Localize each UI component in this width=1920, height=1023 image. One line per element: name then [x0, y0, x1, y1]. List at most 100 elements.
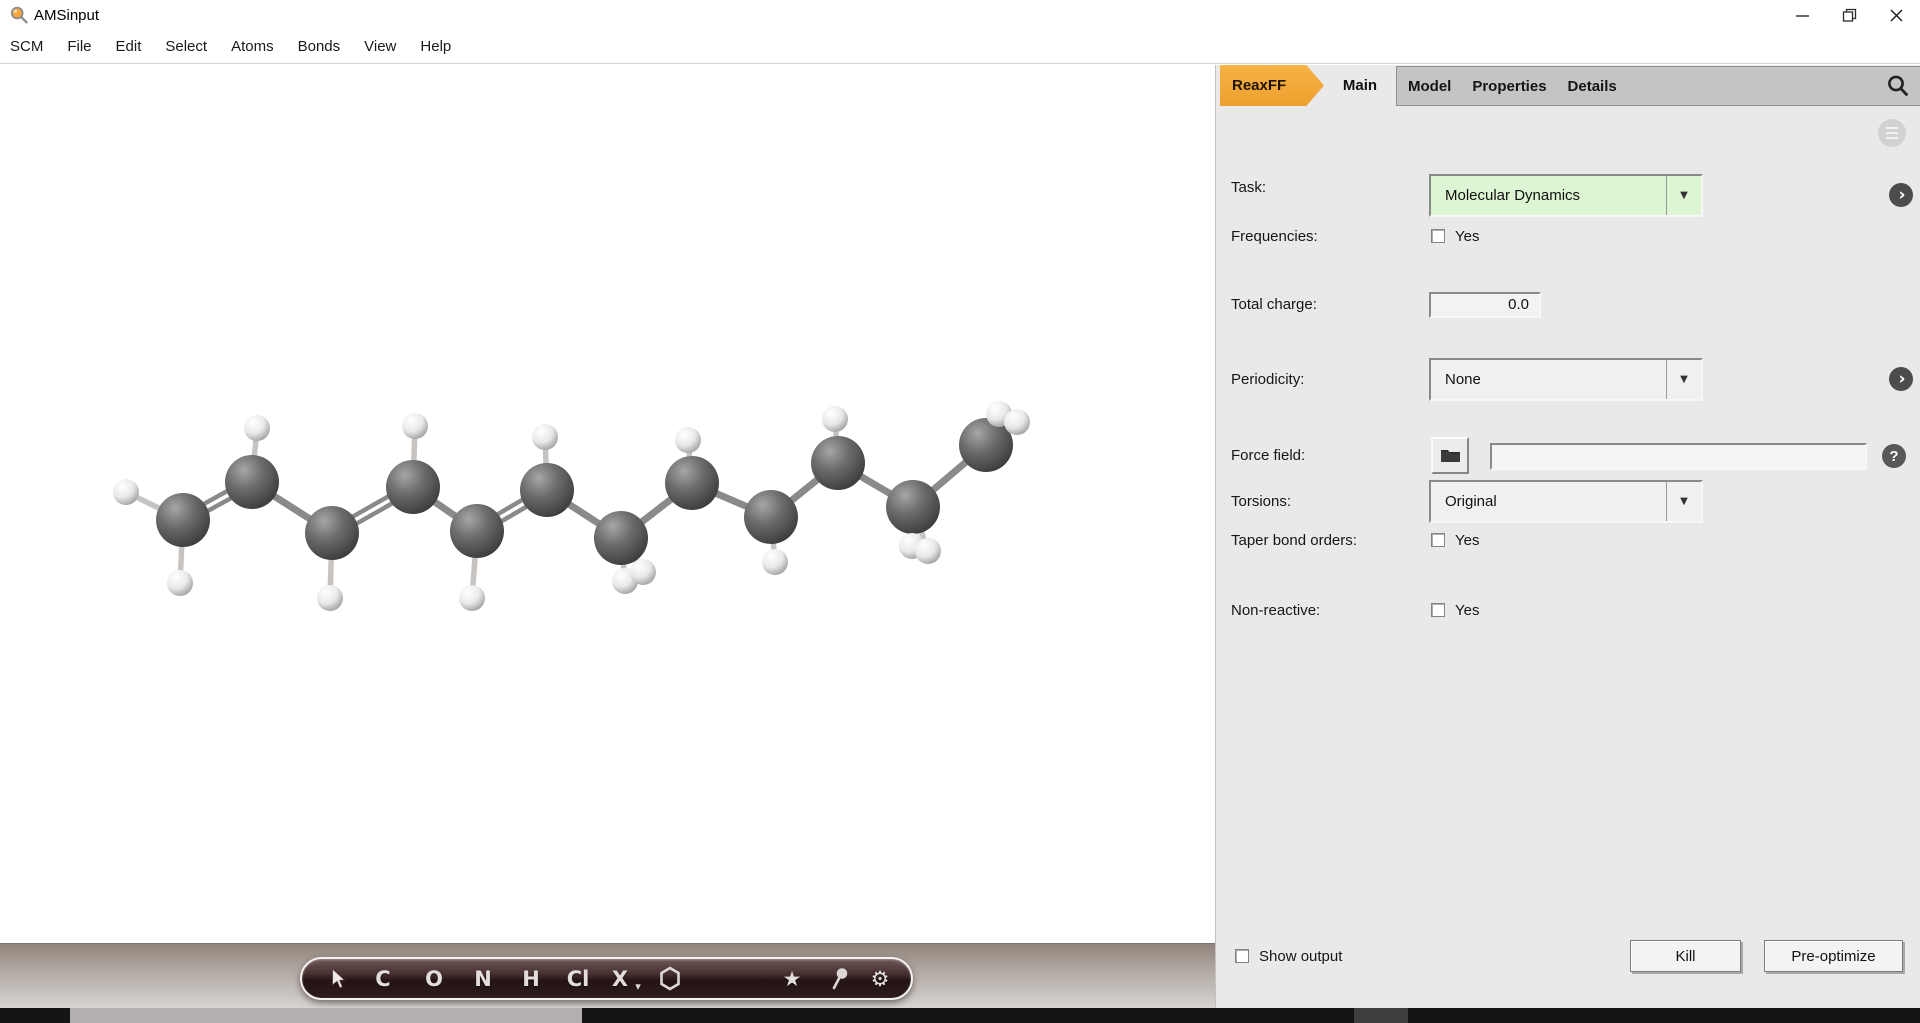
taskbar-segment	[1354, 1008, 1408, 1023]
hydrogen-atom[interactable]	[1004, 409, 1030, 435]
total-charge-label: Total charge:	[1231, 296, 1317, 313]
hydrogen-atom[interactable]	[402, 413, 428, 439]
force-field-label: Force field:	[1231, 447, 1305, 464]
molecule-viewport[interactable]: CONH Cl X▾ ★ ⚙	[0, 65, 1215, 1008]
periodicity-dropdown[interactable]: None ▼	[1429, 358, 1703, 401]
window-title: AMSinput	[34, 7, 99, 24]
hydrogen-atom[interactable]	[822, 406, 848, 432]
menu-bar: SCM File Edit Select Atoms Bonds View Help	[0, 30, 1920, 64]
hydrogen-atom[interactable]	[762, 549, 788, 575]
caret-down-icon: ▼	[1680, 496, 1688, 507]
taper-checkbox[interactable]	[1431, 533, 1445, 547]
preoptimize-button[interactable]: Pre-optimize	[1764, 940, 1903, 972]
menu-scm[interactable]: SCM	[8, 36, 45, 57]
carbon-atom[interactable]	[886, 480, 940, 534]
element-h-button[interactable]: H	[522, 959, 540, 998]
search-icon[interactable]	[1885, 73, 1911, 99]
non-reactive-label: Non-reactive:	[1231, 602, 1320, 619]
show-output-checkbox[interactable]	[1235, 949, 1249, 963]
hydrogen-atom[interactable]	[675, 427, 701, 453]
amsinput-window: AMSinput SCMFileEditSelectAtom	[0, 0, 1920, 1023]
total-charge-input[interactable]: 0.0	[1429, 292, 1541, 318]
taskbar-strip	[0, 1008, 1920, 1023]
tab-reaxff[interactable]: ReaxFF	[1220, 65, 1324, 106]
settings-tool-icon[interactable]: ⚙	[871, 959, 890, 998]
restore-button[interactable]	[1826, 0, 1873, 30]
element-o-button[interactable]: O	[425, 959, 443, 998]
menu-select[interactable]: Select	[163, 36, 209, 57]
show-output-label: Show output	[1259, 948, 1342, 965]
carbon-atom[interactable]	[156, 493, 210, 547]
menu-view[interactable]: View	[362, 36, 398, 57]
menu-bonds[interactable]: Bonds	[296, 36, 343, 57]
kill-button[interactable]: Kill	[1630, 940, 1741, 972]
torsions-dropdown-arrow[interactable]: ▼	[1666, 482, 1701, 521]
carbon-atom[interactable]	[450, 504, 504, 558]
chevron-right-icon: ›	[1896, 371, 1905, 388]
hydrogen-atom[interactable]	[317, 585, 343, 611]
tab-properties[interactable]: Properties	[1472, 78, 1546, 95]
menu-atoms[interactable]: Atoms	[229, 36, 276, 57]
question-mark-icon: ?	[1889, 448, 1898, 465]
periodicity-detail-button[interactable]: ›	[1889, 367, 1913, 391]
ring-tool-icon[interactable]	[659, 959, 681, 998]
tab-model[interactable]: Model	[1408, 78, 1451, 95]
tab-main[interactable]: Main	[1324, 65, 1396, 106]
restore-icon	[1841, 7, 1858, 24]
hydrogen-atom[interactable]	[167, 570, 193, 596]
periodicity-dropdown-arrow[interactable]: ▼	[1666, 360, 1701, 399]
star-tool-icon[interactable]: ★	[783, 959, 802, 998]
carbon-atom[interactable]	[305, 506, 359, 560]
force-field-input[interactable]	[1490, 443, 1867, 470]
torsions-value: Original	[1431, 493, 1497, 510]
hydrogen-atom[interactable]	[915, 538, 941, 564]
carbon-atom[interactable]	[811, 436, 865, 490]
hydrogen-atom[interactable]	[244, 415, 270, 441]
frequencies-checkbox[interactable]	[1431, 229, 1445, 243]
menu-edit[interactable]: Edit	[114, 36, 144, 57]
non-reactive-checkbox[interactable]	[1431, 603, 1445, 617]
panel-tab-bar: Model Properties Details	[1396, 66, 1920, 106]
task-dropdown-arrow[interactable]: ▼	[1666, 176, 1701, 215]
balloon-tool-icon[interactable]	[829, 959, 849, 998]
caret-down-icon: ▼	[1680, 374, 1688, 385]
tab-details[interactable]: Details	[1568, 78, 1617, 95]
carbon-atom[interactable]	[386, 460, 440, 514]
taper-label: Taper bond orders:	[1231, 532, 1357, 549]
carbon-atom[interactable]	[744, 490, 798, 544]
task-dropdown[interactable]: Molecular Dynamics ▼	[1429, 174, 1703, 217]
carbon-atom[interactable]	[665, 456, 719, 510]
carbon-atom[interactable]	[520, 463, 574, 517]
menu-help[interactable]: Help	[418, 36, 453, 57]
chevron-right-icon: ›	[1896, 187, 1905, 204]
element-x-button[interactable]: X	[612, 959, 628, 998]
element-n-button[interactable]: N	[474, 959, 492, 998]
non-reactive-option-label: Yes	[1455, 602, 1479, 619]
hydrogen-atom[interactable]	[113, 479, 139, 505]
minimize-button[interactable]	[1779, 0, 1826, 30]
molecule-canvas[interactable]	[0, 65, 1215, 943]
element-menu-caret-icon[interactable]: ▾	[635, 967, 641, 1006]
element-cl-button[interactable]: Cl	[567, 959, 590, 998]
carbon-atom[interactable]	[594, 511, 648, 565]
taskbar-segment	[582, 1008, 1354, 1023]
torsions-dropdown[interactable]: Original ▼	[1429, 480, 1703, 523]
carbon-atom[interactable]	[225, 455, 279, 509]
element-c-button[interactable]: C	[375, 959, 390, 998]
builder-toolbar: CONHClX▾★⚙	[300, 957, 913, 1000]
panel-menu-icon[interactable]	[1878, 119, 1906, 147]
periodicity-label: Periodicity:	[1231, 371, 1304, 388]
task-detail-button[interactable]: ›	[1889, 183, 1913, 207]
menu-file[interactable]: File	[65, 36, 93, 57]
caret-down-icon: ▼	[1680, 190, 1688, 201]
close-button[interactable]	[1873, 0, 1920, 30]
periodicity-value: None	[1431, 371, 1481, 388]
folder-icon	[1440, 447, 1461, 464]
hydrogen-atom[interactable]	[459, 585, 485, 611]
hydrogen-atom[interactable]	[630, 559, 656, 585]
hydrogen-atom[interactable]	[532, 424, 558, 450]
force-field-browse-button[interactable]	[1431, 437, 1469, 474]
torsions-label: Torsions:	[1231, 493, 1291, 510]
pointer-tool-icon[interactable]	[330, 959, 347, 998]
force-field-help-button[interactable]: ?	[1882, 444, 1906, 468]
